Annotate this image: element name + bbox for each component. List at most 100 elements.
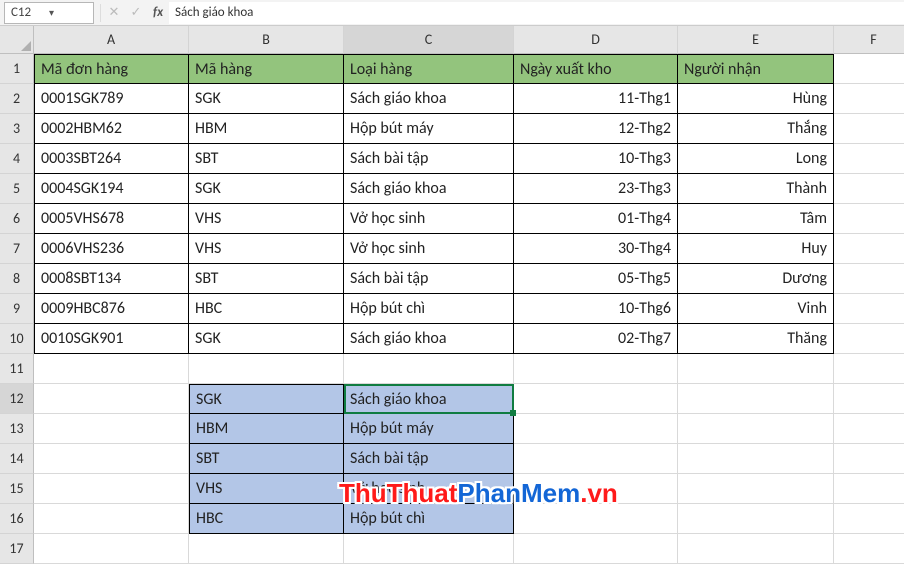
cell[interactable]	[678, 534, 834, 564]
cell[interactable]: Mã hàng	[189, 54, 344, 84]
row-header[interactable]: 6	[0, 204, 34, 234]
cell[interactable]: Vở học sinh	[344, 204, 514, 234]
cell[interactable]: Sách bài tập	[344, 144, 514, 174]
cell[interactable]: 30-Thg4	[514, 234, 678, 264]
cell[interactable]	[514, 534, 678, 564]
cell[interactable]: 02-Thg7	[514, 324, 678, 354]
cell[interactable]: Sách giáo khoa	[344, 174, 514, 204]
cell[interactable]: 0006VHS236	[34, 234, 189, 264]
cell[interactable]: SGK	[189, 324, 344, 354]
cell[interactable]: 11-Thg1	[514, 84, 678, 114]
enter-icon[interactable]: ✓	[125, 2, 147, 24]
cell[interactable]	[34, 414, 189, 444]
row-header[interactable]: 11	[0, 354, 34, 384]
row-header[interactable]: 4	[0, 144, 34, 174]
row-header[interactable]: 12	[0, 384, 34, 414]
cell[interactable]	[514, 504, 678, 534]
cell[interactable]	[834, 384, 904, 414]
cell[interactable]: Sách giáo khoa	[344, 324, 514, 354]
row-header[interactable]: 8	[0, 264, 34, 294]
cell[interactable]	[678, 384, 834, 414]
cell[interactable]: Long	[678, 144, 834, 174]
cell[interactable]	[34, 384, 189, 414]
cell[interactable]: Hộp bút chì	[344, 294, 514, 324]
cell[interactable]: 0010SGK901	[34, 324, 189, 354]
cell[interactable]: 0004SGK194	[34, 174, 189, 204]
column-header[interactable]: B	[189, 26, 344, 54]
cell[interactable]: SGK	[189, 384, 344, 414]
cell[interactable]: Thắng	[678, 114, 834, 144]
row-header[interactable]: 16	[0, 504, 34, 534]
cell[interactable]: 0003SBT264	[34, 144, 189, 174]
cell[interactable]: Huy	[678, 234, 834, 264]
cell[interactable]: 01-Thg4	[514, 204, 678, 234]
cell[interactable]: 05-Thg5	[514, 264, 678, 294]
cell[interactable]: HBM	[189, 114, 344, 144]
row-header[interactable]: 10	[0, 324, 34, 354]
cell[interactable]: 0001SGK789	[34, 84, 189, 114]
cell[interactable]	[514, 414, 678, 444]
cell[interactable]: Thăng	[678, 324, 834, 354]
select-all-corner[interactable]	[0, 26, 34, 54]
row-header[interactable]: 3	[0, 114, 34, 144]
cell[interactable]: Người nhận	[678, 54, 834, 84]
cell[interactable]: 23-Thg3	[514, 174, 678, 204]
cell[interactable]	[189, 354, 344, 384]
column-header[interactable]: C	[344, 26, 514, 54]
cell[interactable]	[678, 504, 834, 534]
row-header[interactable]: 1	[0, 54, 34, 84]
cell[interactable]: Vinh	[678, 294, 834, 324]
cell[interactable]: Sách bài tập	[344, 444, 514, 474]
cell[interactable]	[834, 264, 904, 294]
cell[interactable]	[834, 114, 904, 144]
cell[interactable]: Mã đơn hàng	[34, 54, 189, 84]
cell[interactable]	[514, 354, 678, 384]
cell[interactable]	[834, 504, 904, 534]
cell[interactable]	[514, 474, 678, 504]
row-header[interactable]: 15	[0, 474, 34, 504]
cell[interactable]	[34, 474, 189, 504]
cell[interactable]: SBT	[189, 444, 344, 474]
cell[interactable]	[34, 354, 189, 384]
formula-input[interactable]: Sách giáo khoa	[169, 2, 904, 24]
cell[interactable]	[834, 144, 904, 174]
cell[interactable]: HBC	[189, 294, 344, 324]
cell[interactable]	[834, 414, 904, 444]
row-header[interactable]: 5	[0, 174, 34, 204]
cell[interactable]: Dương	[678, 264, 834, 294]
cell[interactable]	[514, 384, 678, 414]
cell[interactable]	[834, 534, 904, 564]
cell[interactable]: Vở học sinh	[344, 474, 514, 504]
row-header[interactable]: 2	[0, 84, 34, 114]
cell[interactable]: Vở học sinh	[344, 234, 514, 264]
cell[interactable]: Tâm	[678, 204, 834, 234]
cell[interactable]: Hộp bút máy	[344, 414, 514, 444]
cell[interactable]	[834, 324, 904, 354]
cell[interactable]: Ngày xuất kho	[514, 54, 678, 84]
cell[interactable]: SBT	[189, 144, 344, 174]
cell[interactable]	[834, 84, 904, 114]
row-header[interactable]: 17	[0, 534, 34, 564]
row-header[interactable]: 14	[0, 444, 34, 474]
cell[interactable]: VHS	[189, 234, 344, 264]
fx-icon[interactable]: fx	[147, 2, 169, 24]
cell[interactable]	[834, 444, 904, 474]
cell[interactable]: HBC	[189, 504, 344, 534]
chevron-down-icon[interactable]: ▾	[49, 6, 87, 19]
cell[interactable]: 0005VHS678	[34, 204, 189, 234]
column-header[interactable]: F	[834, 26, 904, 54]
cell[interactable]: Sách giáo khoa	[344, 84, 514, 114]
cell[interactable]: 10-Thg3	[514, 144, 678, 174]
cell[interactable]: SBT	[189, 264, 344, 294]
cell[interactable]	[189, 534, 344, 564]
cell[interactable]	[678, 354, 834, 384]
column-header[interactable]: A	[34, 26, 189, 54]
cancel-icon[interactable]: ✕	[103, 2, 125, 24]
row-header[interactable]: 7	[0, 234, 34, 264]
cell[interactable]: Hộp bút máy	[344, 114, 514, 144]
cell[interactable]	[34, 534, 189, 564]
cell[interactable]: 0009HBC876	[34, 294, 189, 324]
cell[interactable]: SGK	[189, 84, 344, 114]
cell[interactable]	[834, 474, 904, 504]
cell[interactable]: 10-Thg6	[514, 294, 678, 324]
